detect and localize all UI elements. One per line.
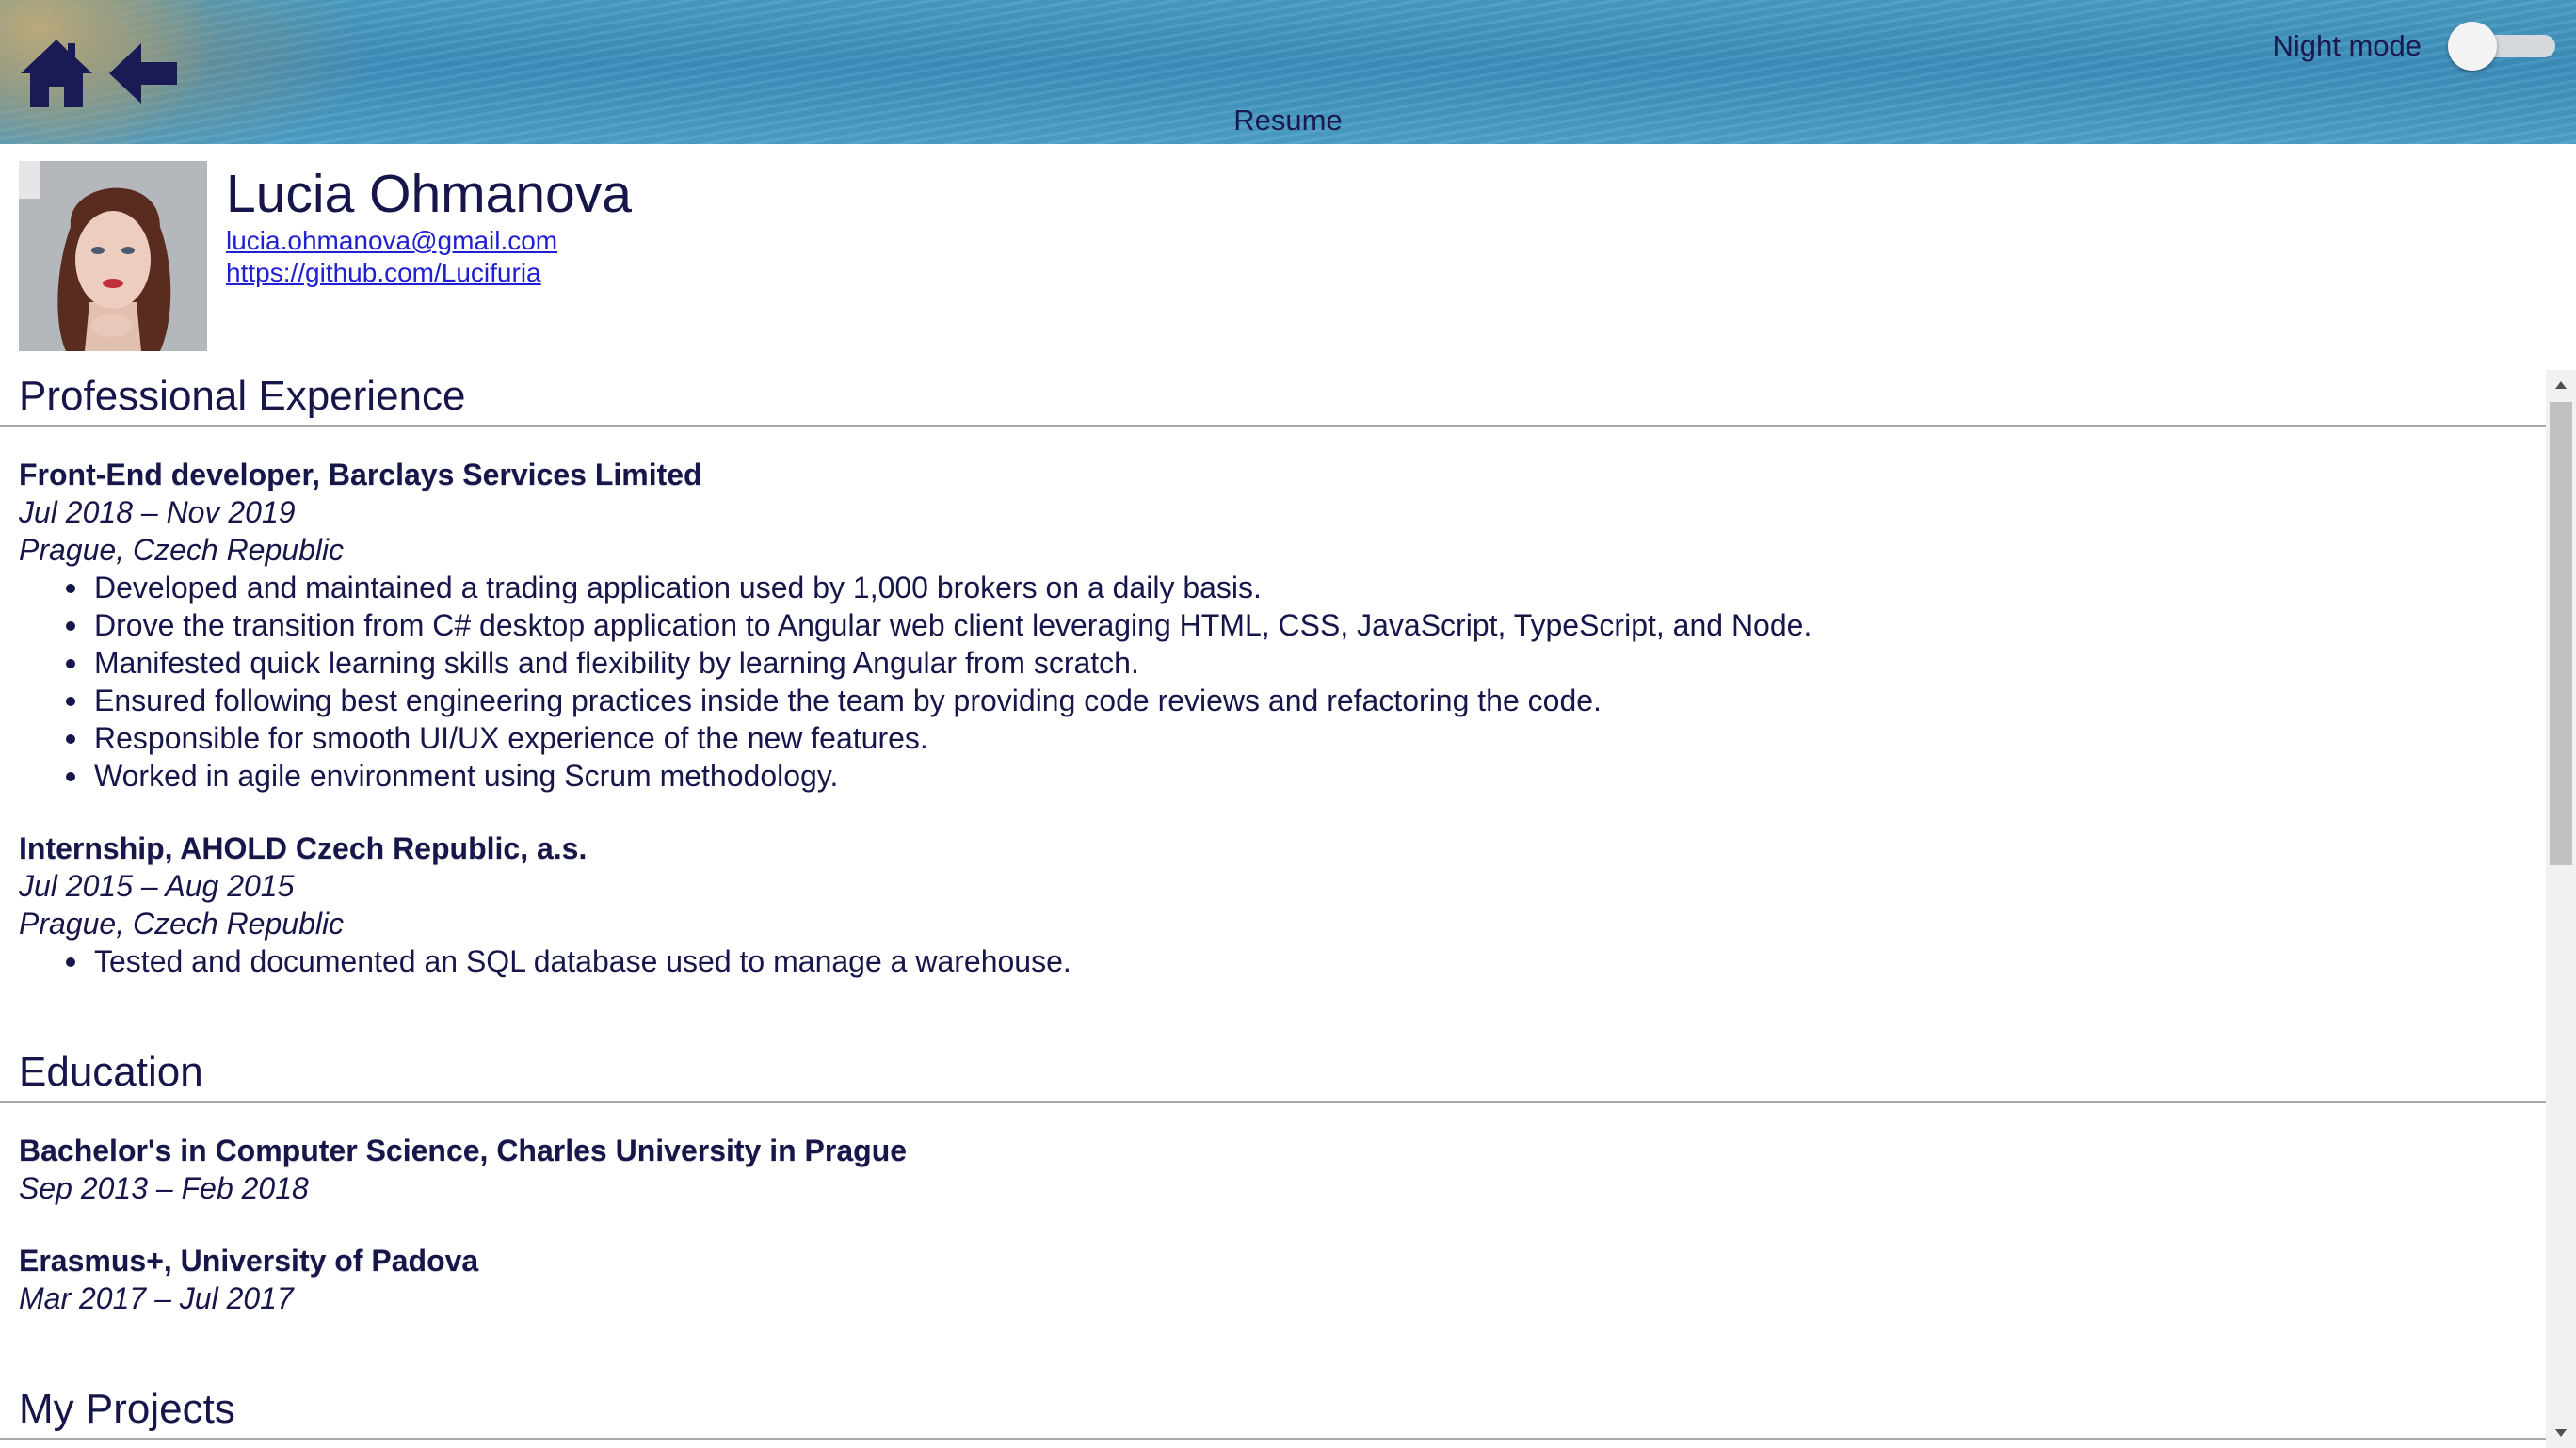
night-mode-toggle[interactable] xyxy=(2442,19,2555,73)
home-icon[interactable] xyxy=(19,36,94,111)
avatar xyxy=(19,161,207,351)
vertical-scrollbar[interactable] xyxy=(2546,370,2576,1448)
scroll-down-arrow-icon[interactable] xyxy=(2546,1418,2576,1448)
profile-info: Lucia Ohmanova lucia.ohmanova@gmail.com … xyxy=(226,161,632,351)
profile-name: Lucia Ohmanova xyxy=(226,164,632,224)
section-title: Education xyxy=(19,1049,203,1095)
job-bullets: Tested and documented an SQL database us… xyxy=(19,942,2546,980)
section-divider xyxy=(0,425,2546,427)
degree-title: Bachelor's in Computer Science, Charles … xyxy=(19,1134,908,1167)
night-mode-label: Night mode xyxy=(2272,29,2422,62)
job-bullets: Developed and maintained a trading appli… xyxy=(19,569,2546,795)
section-divider xyxy=(0,1101,2546,1103)
degree-dates: Mar 2017 – Jul 2017 xyxy=(19,1281,294,1315)
job-location: Prague, Czech Republic xyxy=(19,533,345,567)
job-title: Front-End developer, Barclays Services L… xyxy=(19,458,702,491)
page-title: Resume xyxy=(1233,104,1343,137)
bullet-item: Developed and maintained a trading appli… xyxy=(66,569,2546,606)
email-link[interactable]: lucia.ohmanova@gmail.com xyxy=(226,225,632,257)
back-arrow-icon[interactable] xyxy=(105,36,181,111)
projects-section: My Projects xyxy=(0,1383,2546,1440)
experience-entry: Internship, AHOLD Czech Republic, a.s. J… xyxy=(19,829,2546,980)
section-title: Professional Experience xyxy=(19,373,466,419)
github-link[interactable]: https://github.com/Lucifuria xyxy=(226,257,632,289)
bullet-item: Tested and documented an SQL database us… xyxy=(66,942,2546,980)
bullet-item: Manifested quick learning skills and fle… xyxy=(66,644,2546,682)
education-section: Education Bachelor's in Computer Science… xyxy=(0,1046,2546,1317)
job-dates: Jul 2015 – Aug 2015 xyxy=(19,869,295,903)
job-location: Prague, Czech Republic xyxy=(19,907,345,941)
profile-card: Lucia Ohmanova lucia.ohmanova@gmail.com … xyxy=(19,161,632,351)
section-title: My Projects xyxy=(19,1386,235,1432)
degree-dates: Sep 2013 – Feb 2018 xyxy=(19,1171,309,1205)
job-dates: Jul 2018 – Nov 2019 xyxy=(19,495,296,529)
degree-title: Erasmus+, University of Padova xyxy=(19,1244,479,1278)
scroll-up-arrow-icon[interactable] xyxy=(2546,370,2576,400)
education-entry: Erasmus+, University of Padova Mar 2017 … xyxy=(19,1242,2546,1317)
experience-section: Professional Experience Front-End develo… xyxy=(0,370,2546,980)
bullet-item: Responsible for smooth UI/UX experience … xyxy=(66,719,2546,757)
bullet-item: Worked in agile environment using Scrum … xyxy=(66,757,2546,795)
education-entry: Bachelor's in Computer Science, Charles … xyxy=(19,1132,2546,1207)
section-divider xyxy=(0,1438,2546,1440)
resume-content[interactable]: Professional Experience Front-End develo… xyxy=(0,370,2546,1448)
job-title: Internship, AHOLD Czech Republic, a.s. xyxy=(19,831,588,865)
experience-entry: Front-End developer, Barclays Services L… xyxy=(19,456,2546,795)
header-banner: Resume Night mode xyxy=(0,0,2576,144)
scrollbar-thumb[interactable] xyxy=(2550,402,2572,865)
bullet-item: Drove the transition from C# desktop app… xyxy=(66,606,2546,644)
toggle-knob[interactable] xyxy=(2448,22,2497,71)
bullet-item: Ensured following best engineering pract… xyxy=(66,682,2546,719)
night-mode-control: Night mode xyxy=(2272,19,2555,73)
